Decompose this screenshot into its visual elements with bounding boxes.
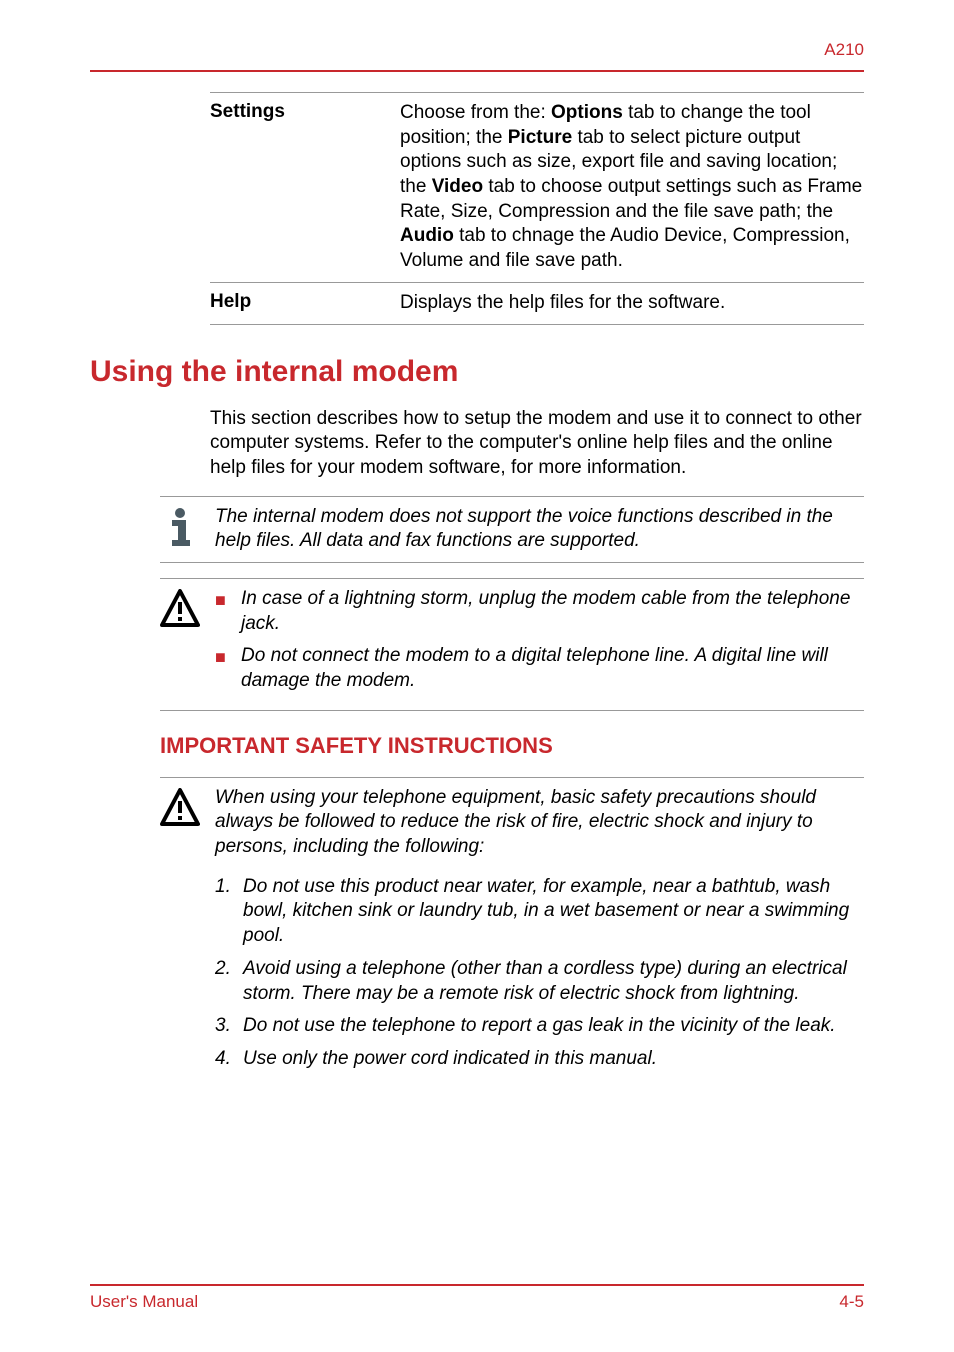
- safety-body: When using your telephone equipment, bas…: [215, 786, 864, 1080]
- callout-region: The internal modem does not support the …: [160, 496, 864, 711]
- safety-item-4: 4. Use only the power cord indicated in …: [215, 1047, 864, 1072]
- footer-right: 4-5: [839, 1292, 864, 1312]
- warning-callout-1: ■ In case of a lightning storm, unplug t…: [160, 578, 864, 711]
- bullet-icon: ■: [215, 587, 241, 636]
- warning-callout-2: When using your telephone equipment, bas…: [160, 777, 864, 1088]
- warning-1-body: ■ In case of a lightning storm, unplug t…: [215, 587, 864, 702]
- settings-text-1: Choose from the:: [400, 102, 551, 123]
- safety-intro: When using your telephone equipment, bas…: [215, 786, 864, 860]
- settings-bold-audio: Audio: [400, 225, 454, 246]
- settings-bold-video: Video: [432, 176, 483, 197]
- info-text: The internal modem does not support the …: [215, 505, 864, 554]
- safety-item-2: 2. Avoid using a telephone (other than a…: [215, 957, 864, 1006]
- settings-text-5: tab to chnage the Audio Device, Compress…: [400, 225, 850, 271]
- intro-paragraph: This section describes how to setup the …: [210, 407, 864, 481]
- def-desc-settings: Choose from the: Options tab to change t…: [400, 101, 864, 274]
- footer-row: User's Manual 4-5: [90, 1292, 864, 1312]
- safety-text-3: Do not use the telephone to report a gas…: [243, 1014, 864, 1039]
- safety-heading-wrap: IMPORTANT SAFETY INSTRUCTIONS: [160, 733, 864, 759]
- warn1-item1: ■ In case of a lightning storm, unplug t…: [215, 587, 864, 636]
- info-icon: [160, 505, 215, 554]
- intro-block: This section describes how to setup the …: [210, 407, 864, 481]
- definition-table: Settings Choose from the: Options tab to…: [210, 92, 864, 325]
- warn1-item2-text: Do not connect the modem to a digital te…: [241, 644, 864, 693]
- safety-item-3: 3. Do not use the telephone to report a …: [215, 1014, 864, 1039]
- warning-icon: [160, 587, 215, 702]
- safety-title: IMPORTANT SAFETY INSTRUCTIONS: [160, 733, 864, 759]
- safety-text-4: Use only the power cord indicated in thi…: [243, 1047, 864, 1072]
- settings-bold-picture: Picture: [508, 127, 572, 148]
- def-term-help: Help: [210, 291, 400, 316]
- safety-text-1: Do not use this product near water, for …: [243, 875, 864, 949]
- safety-num-2: 2.: [215, 957, 243, 1006]
- callout-region-2: When using your telephone equipment, bas…: [160, 777, 864, 1088]
- def-row-help: Help Displays the help files for the sof…: [210, 283, 864, 324]
- def-row-settings: Settings Choose from the: Options tab to…: [210, 93, 864, 283]
- warn1-item1-text: In case of a lightning storm, unplug the…: [241, 587, 864, 636]
- safety-num-1: 1.: [215, 875, 243, 949]
- page-footer: User's Manual 4-5: [90, 1284, 864, 1312]
- safety-num-3: 3.: [215, 1014, 243, 1039]
- info-callout: The internal modem does not support the …: [160, 496, 864, 563]
- def-term-settings: Settings: [210, 101, 400, 274]
- settings-bold-options: Options: [551, 102, 623, 123]
- def-desc-help: Displays the help files for the software…: [400, 291, 864, 316]
- section-title-modem: Using the internal modem: [90, 355, 864, 389]
- header-rule: [90, 70, 864, 72]
- safety-num-4: 4.: [215, 1047, 243, 1072]
- warning-icon: [160, 786, 215, 1080]
- settings-table-wrap: Settings Choose from the: Options tab to…: [210, 92, 864, 325]
- bullet-icon: ■: [215, 644, 241, 693]
- safety-item-1: 1. Do not use this product near water, f…: [215, 875, 864, 949]
- warn1-item2: ■ Do not connect the modem to a digital …: [215, 644, 864, 693]
- header-model: A210: [90, 40, 864, 60]
- safety-text-2: Avoid using a telephone (other than a co…: [243, 957, 864, 1006]
- footer-rule: [90, 1284, 864, 1286]
- footer-left: User's Manual: [90, 1292, 198, 1312]
